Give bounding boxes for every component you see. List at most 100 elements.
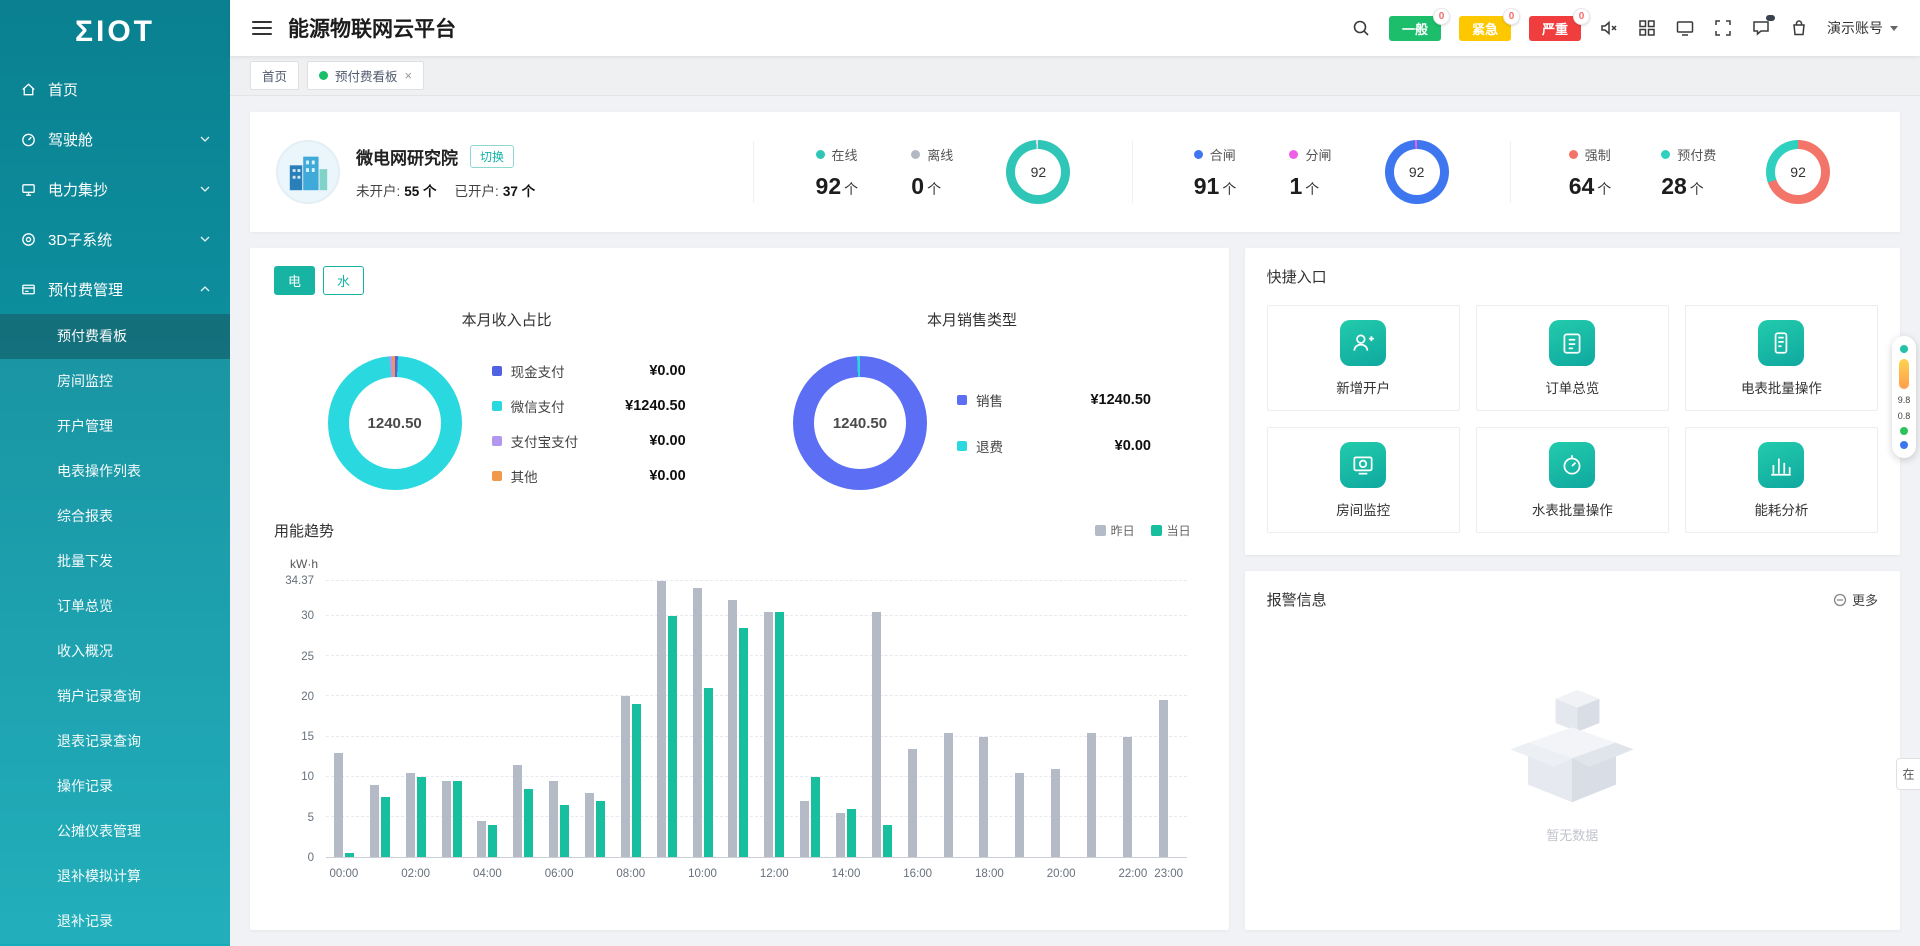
widget-value: 9.8: [1898, 395, 1911, 405]
sidebar-subitem-meter-return-query[interactable]: 退表记录查询: [0, 719, 230, 764]
quick-entry-card: 快捷入口 新增开户 订单总览: [1245, 248, 1900, 555]
bar-chart-icon: [1758, 442, 1804, 488]
legend-item: 退费¥0.00: [957, 436, 1151, 456]
bar-group: [720, 581, 756, 857]
legend-yesterday[interactable]: 昨日: [1095, 522, 1135, 539]
bar-group: [1079, 581, 1115, 857]
quick-entry-meter-batch[interactable]: 电表批量操作: [1685, 305, 1878, 411]
tab-home[interactable]: 首页: [250, 61, 299, 90]
archive-icon[interactable]: [1789, 18, 1809, 38]
toggle-water-button[interactable]: 水: [323, 266, 364, 295]
not-opened-count: 未开户:55 个: [356, 180, 437, 200]
content: 微电网研究院 切换 未开户:55 个 已开户:37 个 在线 92个 离线: [230, 96, 1920, 946]
quick-entry-energy-analysis[interactable]: 能耗分析: [1685, 427, 1878, 533]
bar-group: 02:00: [398, 581, 434, 857]
message-icon[interactable]: [1751, 18, 1771, 38]
account-menu[interactable]: 演示账号: [1827, 18, 1898, 38]
sidebar-subitem-prepaid-dashboard[interactable]: 预付费看板: [0, 314, 230, 359]
sidebar-subitem-meter-op-list[interactable]: 电表操作列表: [0, 449, 230, 494]
sidebar-item-home[interactable]: 首页: [0, 64, 230, 114]
sidebar-subitem-order-overview[interactable]: 订单总览: [0, 584, 230, 629]
alert-badge-general[interactable]: 一般 0: [1389, 16, 1441, 41]
menu-toggle-icon[interactable]: [252, 21, 272, 35]
sidebar-subitem-refund-simulation[interactable]: 退补模拟计算: [0, 854, 230, 899]
quick-entry-room-monitor[interactable]: 房间监控: [1267, 427, 1460, 533]
stat-group-switch: 合闸 91个 分闸 1个 92: [1147, 140, 1496, 204]
energy-trend-chart: kW·h 05101520253034.37 00:0002:0004:0006…: [274, 575, 1201, 886]
app-logo: ΣIOT: [0, 0, 230, 64]
switch-org-button[interactable]: 切换: [470, 145, 514, 168]
bar-group: 10:00: [685, 581, 721, 857]
alert-badge-label: 一般: [1402, 22, 1428, 37]
trend-legend: 昨日 当日: [1095, 522, 1191, 539]
clipboard-icon: [1549, 320, 1595, 366]
sales-legend: 销售¥1240.50 退费¥0.00: [957, 390, 1151, 456]
more-link[interactable]: 更多: [1833, 590, 1878, 609]
switch-donut-chart: 92: [1385, 140, 1449, 204]
sidebar-subitem-close-account-query[interactable]: 销户记录查询: [0, 674, 230, 719]
bar-group: 06:00: [541, 581, 577, 857]
prepaid-submenu: 预付费看板 房间监控 开户管理 电表操作列表 综合报表 批量下发 订单总览 收入…: [0, 314, 230, 944]
quick-entry-water-batch[interactable]: 水表批量操作: [1476, 427, 1669, 533]
bar-group: 18:00: [971, 581, 1007, 857]
tab-prepaid-dashboard[interactable]: 预付费看板 ×: [307, 61, 424, 90]
quick-entry-title: 快捷入口: [1267, 266, 1878, 287]
quick-entry-new-account[interactable]: 新增开户: [1267, 305, 1460, 411]
sidebar-subitem-account-open[interactable]: 开户管理: [0, 404, 230, 449]
gauge-bar-icon: [1899, 359, 1909, 389]
search-icon[interactable]: [1351, 18, 1371, 38]
bar-group: [792, 581, 828, 857]
divider: [1132, 141, 1133, 203]
sidebar-subitem-income-overview[interactable]: 收入概况: [0, 629, 230, 674]
side-tab[interactable]: 在: [1896, 758, 1920, 790]
bar-group: 14:00: [828, 581, 864, 857]
income-pie-block: 本月收入占比 1240.50 现金支付¥0.00 微信支付¥1240.50 支付…: [274, 309, 739, 490]
org-avatar: [276, 140, 340, 204]
sidebar-item-power-reading[interactable]: 电力集抄: [0, 164, 230, 214]
screen-icon[interactable]: [1675, 18, 1695, 38]
sidebar-item-prepaid-management[interactable]: 预付费管理: [0, 264, 230, 314]
alert-badge-critical[interactable]: 严重 0: [1529, 16, 1581, 41]
sidebar-subitem-shared-meter[interactable]: 公摊仪表管理: [0, 809, 230, 854]
fullscreen-icon[interactable]: [1713, 18, 1733, 38]
mode-donut-chart: 92: [1766, 140, 1830, 204]
status-dot-icon: [1900, 441, 1908, 449]
close-tab-icon[interactable]: ×: [405, 69, 413, 82]
floating-widget[interactable]: 9.8 0.8: [1892, 336, 1916, 458]
sidebar-subitem-report[interactable]: 综合报表: [0, 494, 230, 539]
y-axis: 05101520253034.37: [274, 581, 318, 858]
stat-online: 在线 92个: [816, 145, 859, 200]
sidebar-nav: 首页 驾驶舱 电力集抄 3D子系统 预付费管理 预付费看板 房间监控 开户管理 …: [0, 64, 230, 944]
legend-item: 销售¥1240.50: [957, 390, 1151, 410]
building-icon: [285, 149, 331, 195]
more-icon: [1833, 593, 1847, 607]
sales-donut-chart: 1240.50: [793, 356, 927, 490]
sidebar-item-3d-subsystem[interactable]: 3D子系统: [0, 214, 230, 264]
alert-badge-count: 0: [1503, 8, 1520, 25]
bar-group: 22:00: [1115, 581, 1151, 857]
legend-today[interactable]: 当日: [1151, 522, 1191, 539]
org-info: 微电网研究院 切换 未开户:55 个 已开户:37 个: [276, 140, 739, 204]
alert-badge-count: 0: [1433, 8, 1450, 25]
tab-label: 首页: [262, 66, 287, 85]
sidebar-subitem-refund-records[interactable]: 退补记录: [0, 899, 230, 944]
bar-group: [577, 581, 613, 857]
toggle-electric-button[interactable]: 电: [274, 266, 315, 295]
apps-grid-icon[interactable]: [1637, 18, 1657, 38]
sidebar-item-label: 首页: [48, 79, 78, 100]
sidebar-subitem-room-monitor[interactable]: 房间监控: [0, 359, 230, 404]
sidebar-subitem-batch-dispatch[interactable]: 批量下发: [0, 539, 230, 584]
mute-icon[interactable]: [1599, 18, 1619, 38]
bar-group: [362, 581, 398, 857]
sales-pie-block: 本月销售类型 1240.50 销售¥1240.50 退费¥0.00: [739, 309, 1204, 490]
sidebar-item-cockpit[interactable]: 驾驶舱: [0, 114, 230, 164]
chevron-down-icon: [200, 136, 210, 142]
legend-item: 微信支付¥1240.50: [492, 396, 686, 416]
sidebar-subitem-op-records[interactable]: 操作记录: [0, 764, 230, 809]
quick-entry-order-overview[interactable]: 订单总览: [1476, 305, 1669, 411]
alarm-card: 报警信息 更多: [1245, 571, 1900, 930]
income-chart-title: 本月收入占比: [274, 309, 739, 330]
room-monitor-icon: [1340, 442, 1386, 488]
income-legend: 现金支付¥0.00 微信支付¥1240.50 支付宝支付¥0.00 其他¥0.0…: [492, 361, 686, 486]
alert-badge-urgent[interactable]: 紧急 0: [1459, 16, 1511, 41]
